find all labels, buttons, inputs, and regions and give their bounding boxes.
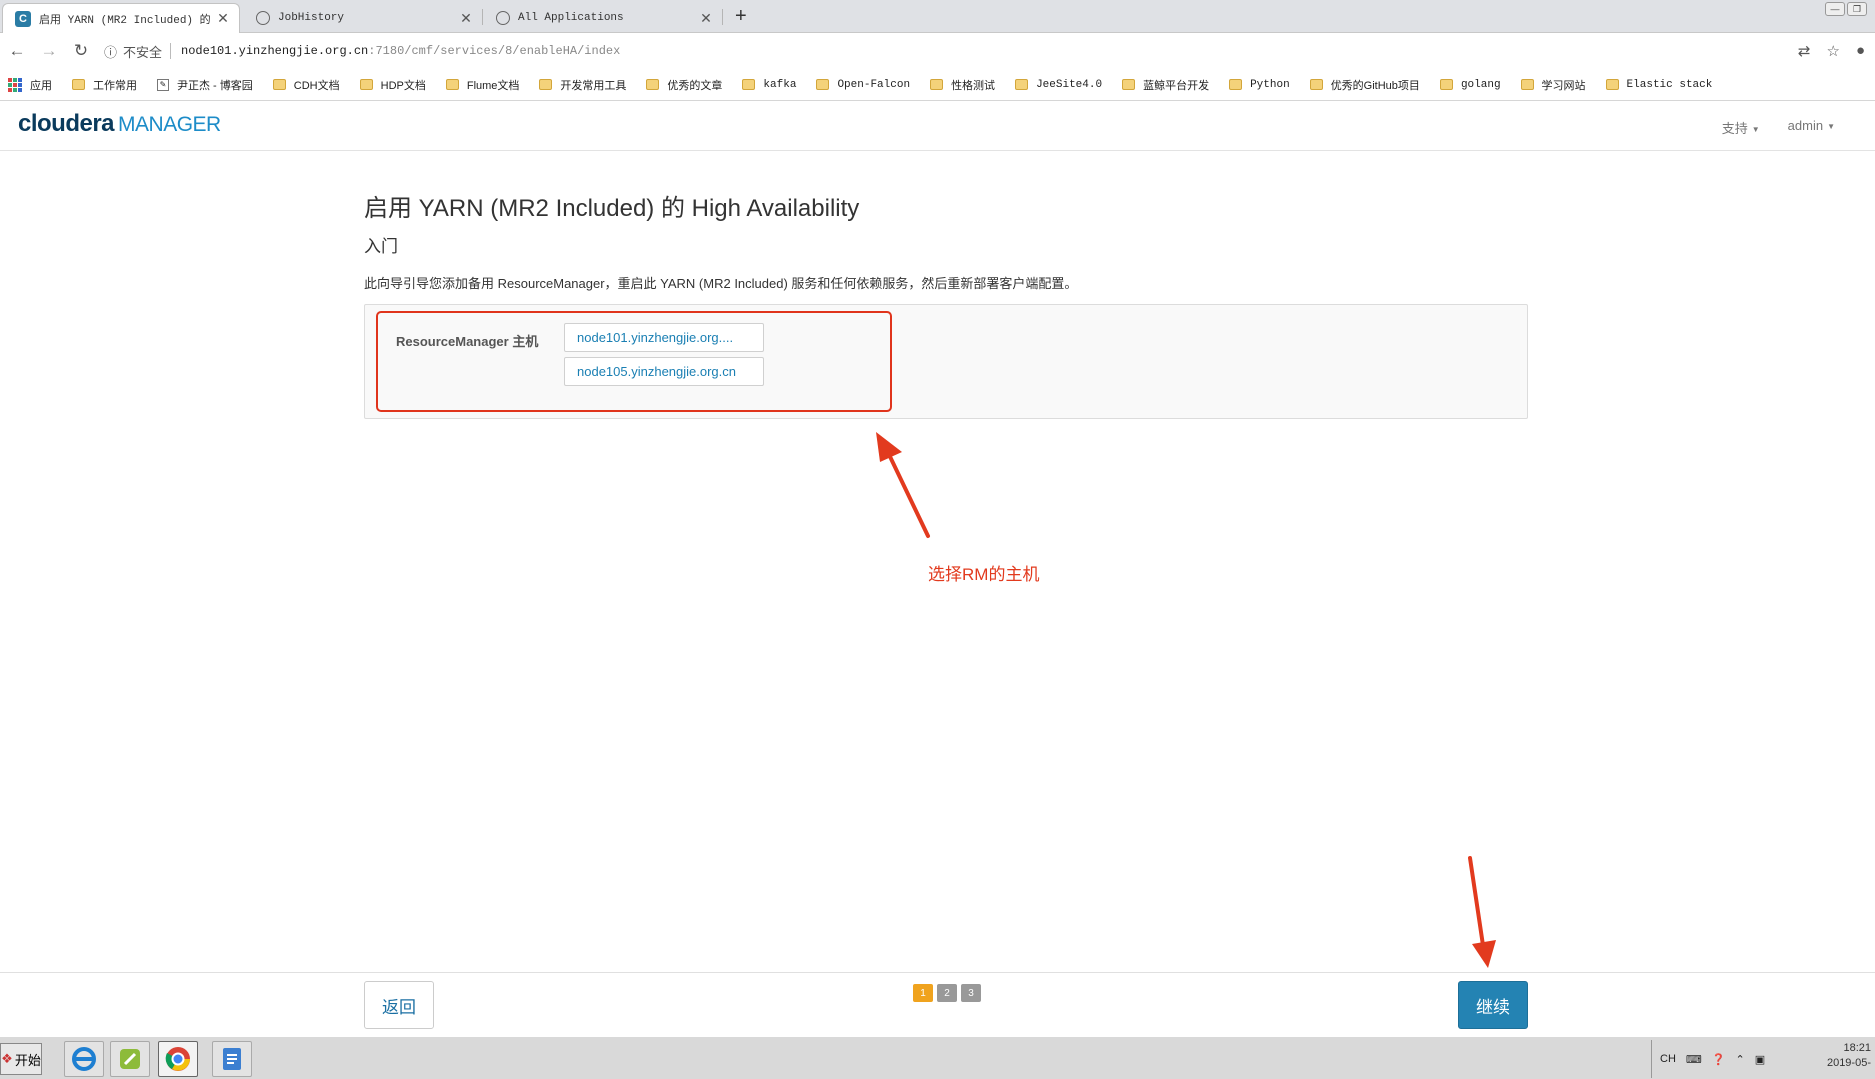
vsphere-app-icon[interactable] [110, 1041, 150, 1077]
windows-taskbar: ❖ 开始 CH ⌨ ❓ ⌃ ▣ 18:21 2019-05- [0, 1036, 1875, 1079]
back-button[interactable]: 返回 [364, 981, 434, 1029]
annotation-label: 选择RM的主机 [928, 565, 1040, 584]
internet-explorer-icon [72, 1047, 96, 1071]
step-3[interactable]: 3 [961, 984, 981, 1002]
arrow-to-continue [1468, 856, 1496, 968]
system-tray: CH ⌨ ❓ ⌃ ▣ [1651, 1040, 1791, 1078]
continue-button[interactable]: 继续 [1458, 981, 1528, 1029]
wizard-footer: 返回 1 2 3 继续 [0, 972, 1875, 1036]
windows-logo-icon: ❖ [1, 1051, 13, 1066]
notes-icon [223, 1048, 241, 1070]
arrow-to-hosts [876, 432, 930, 538]
news-app-icon[interactable] [212, 1041, 252, 1077]
step-2[interactable]: 2 [937, 984, 957, 1002]
clock-date: 2019-05- [1826, 1057, 1871, 1069]
vsphere-icon [120, 1049, 140, 1069]
chrome-app-icon[interactable] [158, 1041, 198, 1077]
language-indicator[interactable]: CH [1660, 1053, 1676, 1065]
clock-time: 18:21 [1843, 1042, 1871, 1054]
tray-expand-icon[interactable]: ⌃ [1735, 1053, 1744, 1066]
chrome-icon [165, 1047, 190, 1071]
network-icon[interactable]: ▣ [1755, 1053, 1765, 1066]
help-icon[interactable]: ❓ [1712, 1053, 1726, 1066]
taskbar-clock[interactable]: 18:21 2019-05- [1827, 1041, 1871, 1071]
step-indicator: 1 2 3 [913, 984, 981, 1002]
step-1[interactable]: 1 [913, 984, 933, 1002]
ie-app-icon[interactable] [64, 1041, 104, 1077]
keyboard-icon[interactable]: ⌨ [1686, 1053, 1702, 1066]
start-button[interactable]: ❖ 开始 [0, 1043, 42, 1075]
annotation-arrows [876, 432, 1496, 968]
